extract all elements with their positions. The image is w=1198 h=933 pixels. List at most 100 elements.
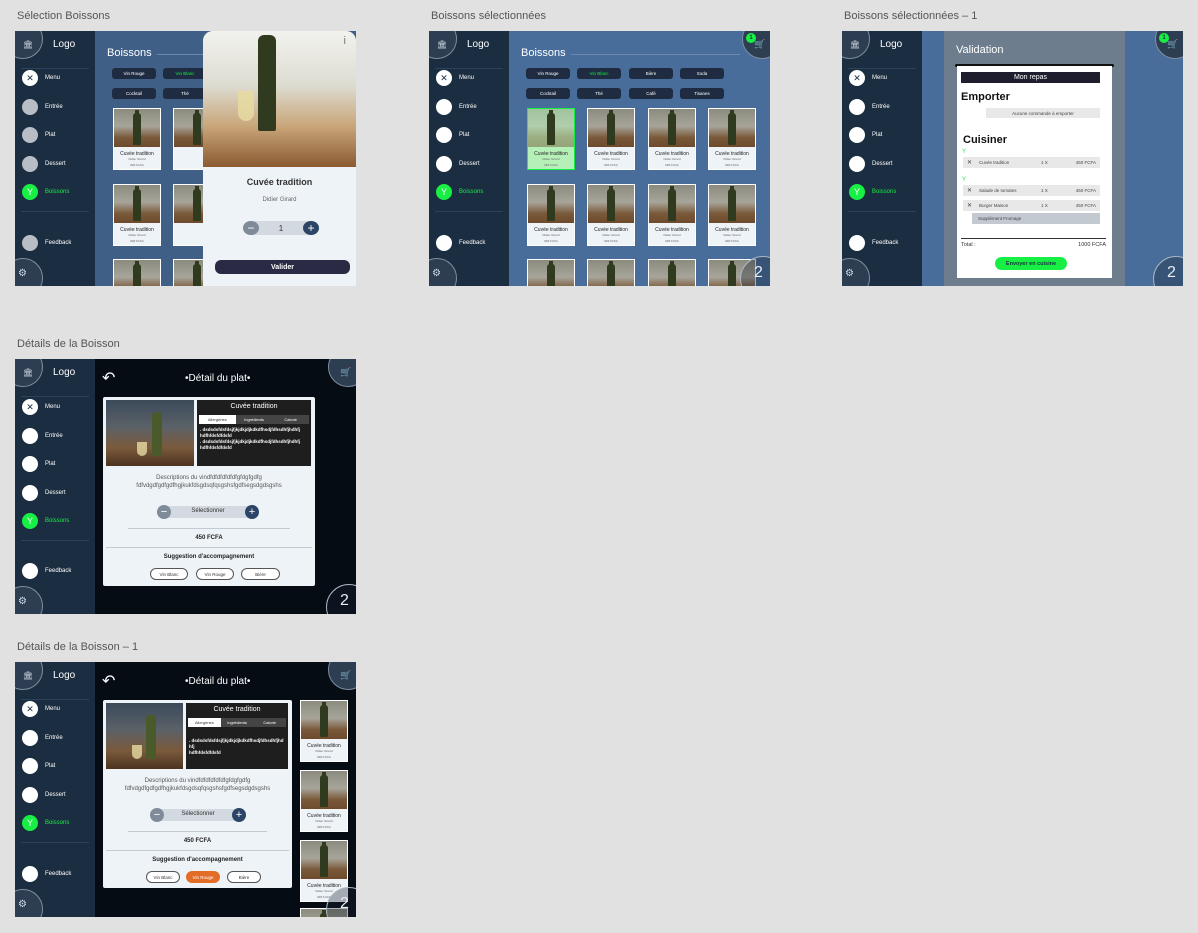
drink-card[interactable] — [648, 259, 696, 286]
sidebar-item-entree[interactable]: Entrée — [22, 98, 63, 116]
sidebar-item-menu[interactable]: ✕ Menu — [849, 69, 887, 87]
settings-button[interactable]: ⚙ — [842, 258, 870, 286]
suggestion-biere[interactable]: Bière — [241, 568, 280, 580]
drink-card[interactable]: Cuvée tradition Didier Girard ### FCFA — [708, 108, 756, 170]
settings-button[interactable]: ⚙ — [429, 258, 457, 286]
sidebar-item-dessert[interactable]: Dessert — [22, 155, 66, 173]
sidebar-item-entree[interactable]: Entrée — [436, 98, 477, 116]
plus-button[interactable]: + — [245, 505, 259, 519]
home-button[interactable]: 🏛 — [15, 662, 43, 690]
drink-card[interactable]: Cuvée tradition Didier Girard ### FCFA — [648, 184, 696, 246]
drink-card[interactable]: Cuvée tradition Didier Girard ### FCFA — [300, 770, 348, 832]
sidebar-item-feedback[interactable]: Feedback — [22, 234, 71, 252]
home-button[interactable]: 🏛 — [15, 359, 43, 387]
drink-card[interactable]: Cuvée tradition Didier Girard ### FCFA — [587, 184, 635, 246]
sidebar-item-plat[interactable]: Plat — [22, 455, 55, 473]
filter-the[interactable]: Thé — [577, 88, 621, 99]
tab-allergenes[interactable]: Allergènes — [199, 415, 236, 424]
validate-button[interactable]: Valider — [215, 260, 350, 274]
artboard-boissons-selectionnees: 🏛 Logo ✕ Menu Entrée Plat Dessert Y Boisso… — [429, 31, 770, 286]
remove-icon[interactable]: ✕ — [967, 187, 972, 194]
sidebar-item-entree[interactable]: Entrée — [22, 729, 63, 747]
suggestion-biere[interactable]: Bière — [227, 871, 261, 883]
drink-card[interactable]: Cuvée tradition Didier Girard ### FCFA — [587, 108, 635, 170]
suggestion-vin-blanc[interactable]: Vin Blanc — [150, 568, 188, 580]
settings-button[interactable]: ⚙ — [15, 889, 43, 917]
home-button[interactable]: 🏛 — [429, 31, 457, 59]
sidebar-item-plat[interactable]: Plat — [22, 126, 55, 144]
tab-calorie[interactable]: Calorie — [272, 415, 310, 424]
filter-the[interactable]: Thé — [163, 88, 207, 99]
filter-cafe[interactable]: Café — [629, 88, 673, 99]
filter-tisanes[interactable]: Tisanes — [680, 88, 724, 99]
home-button[interactable]: 🏛 — [15, 31, 43, 59]
sidebar-item-plat[interactable]: Plat — [849, 126, 882, 144]
remove-icon[interactable]: ✕ — [967, 159, 972, 166]
drink-card[interactable]: Cuvée tradition Didier Girard ### FCFA — [708, 184, 756, 246]
sidebar-item-menu[interactable]: ✕ Menu — [436, 69, 474, 87]
sidebar-item-plat[interactable]: Plat — [436, 126, 469, 144]
sidebar-item-menu[interactable]: ✕ Menu — [22, 69, 60, 87]
sidebar-item-boissons[interactable]: Y Boissons — [22, 814, 69, 832]
send-to-kitchen-button[interactable]: Envoyer en cuisine — [995, 257, 1067, 270]
back-arrow-icon[interactable]: ↶ — [102, 671, 115, 691]
back-arrow-icon[interactable]: ↶ — [102, 368, 115, 388]
dessert-icon — [436, 156, 452, 172]
sidebar-item-plat[interactable]: Plat — [22, 757, 55, 775]
sidebar-item-menu[interactable]: ✕ Menu — [22, 398, 60, 416]
quantity-stepper[interactable]: − 1 + — [243, 221, 319, 235]
select-stepper[interactable]: − Sélectionner + — [150, 808, 246, 822]
suggestion-vin-rouge[interactable]: Vin Rouge — [186, 871, 220, 883]
settings-button[interactable]: ⚙ — [15, 586, 43, 614]
sidebar-item-boissons[interactable]: Y Boissons — [849, 183, 896, 201]
plus-button[interactable]: + — [303, 221, 319, 235]
filter-vin-blanc[interactable]: Vin Blanc — [163, 68, 207, 79]
drink-card[interactable] — [587, 259, 635, 286]
sidebar-item-entree[interactable]: Entrée — [849, 98, 890, 116]
drink-card[interactable]: Cuvée tradition Didier Girard ### FCFA — [527, 184, 575, 246]
drink-card[interactable]: Cuvée tradition Didier Girard ### FCFA — [113, 184, 161, 246]
card-sub: Didier Girard — [723, 157, 741, 161]
sidebar-item-boissons[interactable]: Y Boissons — [22, 512, 69, 530]
drink-card[interactable]: Cuvée tradition Didier Girard ### FCFA — [113, 108, 161, 170]
sidebar-item-menu[interactable]: ✕ Menu — [22, 700, 60, 718]
drink-card[interactable]: Cuvée tradition Didier Girard ### FCFA — [300, 700, 348, 762]
info-icon[interactable]: i — [344, 35, 346, 47]
filter-soda[interactable]: Soda — [680, 68, 724, 79]
sidebar-item-feedback[interactable]: Feedback — [22, 562, 71, 580]
sidebar-item-feedback[interactable]: Feedback — [849, 234, 898, 252]
tab-allergenes[interactable]: Allergènes — [188, 718, 221, 727]
tab-calorie[interactable]: Calorie — [253, 718, 287, 727]
sidebar-item-feedback[interactable]: Feedback — [22, 865, 71, 883]
filter-vin-blanc[interactable]: Vin Blanc — [577, 68, 621, 79]
sidebar-item-boissons[interactable]: Y Boissons — [436, 183, 483, 201]
card-sub: Didier Girard — [602, 233, 620, 237]
suggestion-vin-blanc[interactable]: Vin Blanc — [146, 871, 180, 883]
sidebar-item-feedback[interactable]: Feedback — [436, 234, 485, 252]
sidebar-item-dessert[interactable]: Dessert — [22, 484, 66, 502]
home-button[interactable]: 🏛 — [842, 31, 870, 59]
sidebar-item-entree[interactable]: Entrée — [22, 427, 63, 445]
tab-ingredients[interactable]: Ingrédients — [235, 415, 273, 424]
select-stepper[interactable]: − Sélectionner + — [157, 505, 259, 519]
drink-card[interactable] — [527, 259, 575, 286]
info-box: Cuvée tradition Allergènes Ingrédients C… — [186, 703, 288, 769]
suggestion-vin-rouge[interactable]: Vin Rouge — [196, 568, 234, 580]
sidebar-item-dessert[interactable]: Dessert — [436, 155, 480, 173]
filter-cocktail[interactable]: Cocktail — [526, 88, 570, 99]
sidebar-item-boissons[interactable]: Y Boissons — [22, 183, 69, 201]
tab-ingredients[interactable]: Ingrédients — [220, 718, 254, 727]
drink-card-selected[interactable]: Cuvée tradition Didier Girard ### FCFA — [527, 108, 575, 170]
drink-card[interactable] — [113, 259, 161, 286]
plus-button[interactable]: + — [232, 808, 246, 822]
filter-vin-rouge[interactable]: Vin Rouge — [112, 68, 156, 79]
filter-biere[interactable]: Bière — [629, 68, 673, 79]
plat-icon — [849, 127, 865, 143]
remove-icon[interactable]: ✕ — [967, 202, 972, 209]
drink-card[interactable]: Cuvée tradition Didier Girard ### FCFA — [648, 108, 696, 170]
filter-vin-rouge[interactable]: Vin Rouge — [526, 68, 570, 79]
sidebar-item-dessert[interactable]: Dessert — [849, 155, 893, 173]
settings-button[interactable]: ⚙ — [15, 258, 43, 286]
sidebar-item-dessert[interactable]: Dessert — [22, 786, 66, 804]
filter-cocktail[interactable]: Cocktail — [112, 88, 156, 99]
